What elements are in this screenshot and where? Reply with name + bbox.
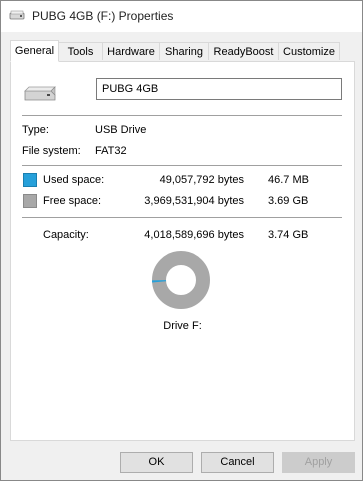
capacity-size: 3.74 GB [268, 229, 309, 241]
apply-button[interactable]: Apply [282, 452, 355, 473]
free-space-swatch [23, 194, 37, 208]
tab-tools[interactable]: Tools [58, 42, 103, 60]
tab-customize[interactable]: Customize [278, 42, 340, 60]
tab-sharing[interactable]: Sharing [159, 42, 209, 60]
dialog-buttons: OK Cancel Apply [1, 448, 362, 478]
used-space-label: Used space: [43, 174, 105, 186]
used-space-size: 46.7 MB [268, 174, 309, 186]
file-system-label: File system: [22, 145, 81, 157]
window-title: PUBG 4GB (F:) Properties [32, 9, 174, 23]
title-bar[interactable]: PUBG 4GB (F:) Properties [1, 1, 362, 32]
usb-drive-icon [9, 10, 25, 20]
separator [22, 115, 342, 116]
volume-name-input[interactable]: PUBG 4GB [96, 78, 342, 100]
type-value: USB Drive [95, 124, 147, 136]
capacity-bytes: 4,018,589,696 bytes [144, 229, 244, 241]
separator [22, 165, 342, 166]
free-space-size: 3.69 GB [268, 195, 309, 207]
free-space-bytes: 3,969,531,904 bytes [144, 195, 244, 207]
tab-general[interactable]: General [10, 40, 59, 62]
type-label: Type: [22, 124, 49, 136]
capacity-label: Capacity: [43, 229, 89, 241]
general-panel: PUBG 4GB Type: USB Drive File system: FA… [10, 61, 355, 441]
tab-readyboost[interactable]: ReadyBoost [208, 42, 279, 60]
separator [22, 217, 342, 218]
cancel-button[interactable]: Cancel [201, 452, 274, 473]
used-space-swatch [23, 173, 37, 187]
tab-strip: General Tools Hardware Sharing ReadyBoos… [10, 40, 354, 62]
usb-drive-icon [24, 86, 56, 101]
free-space-ring [152, 251, 210, 309]
tab-hardware[interactable]: Hardware [102, 42, 160, 60]
drive-label: Drive F: [163, 320, 202, 332]
ok-button[interactable]: OK [120, 452, 193, 473]
properties-window: PUBG 4GB (F:) Properties General Tools H… [0, 0, 363, 481]
file-system-value: FAT32 [95, 145, 127, 157]
free-space-label: Free space: [43, 195, 102, 207]
usage-donut-chart [152, 251, 210, 309]
used-space-bytes: 49,057,792 bytes [159, 174, 244, 186]
